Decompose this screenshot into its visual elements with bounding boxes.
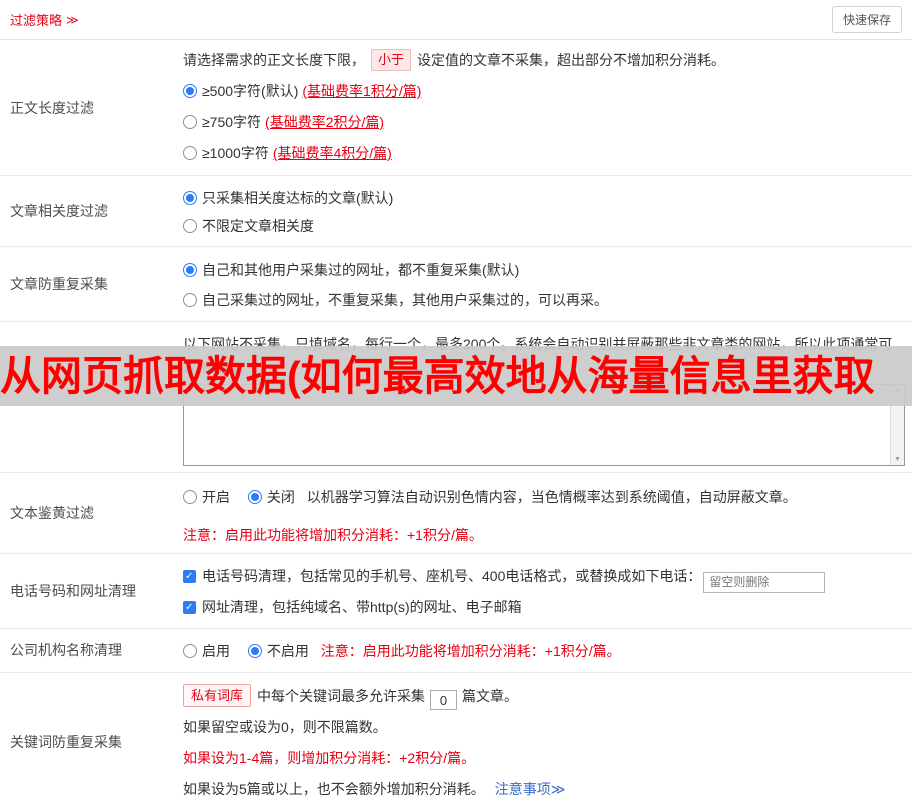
row-porn-filter: 文本鉴黄过滤 开启 关闭 以机器学习算法自动识别色情内容，当色情概率达到系统阈值… bbox=[0, 473, 912, 554]
keyword-rule-1-4: 如果设为1-4篇，则增加积分消耗：+2积分/篇。 bbox=[183, 749, 476, 766]
checkbox-url-cleanup[interactable] bbox=[183, 600, 196, 614]
radio-length-500[interactable] bbox=[183, 84, 197, 98]
fee-note: (基础费率4积分/篇) bbox=[272, 145, 392, 161]
row-content-relevance: 只采集相关度达标的文章(默认) 不限定文章相关度 bbox=[175, 176, 912, 246]
row-label-body-length: 正文长度过滤 bbox=[10, 99, 94, 116]
radio-relevance-strict[interactable] bbox=[183, 191, 197, 205]
fee-note: (基础费率1积分/篇) bbox=[302, 83, 422, 99]
keyword-rule-5plus: 如果设为5篇或以上，也不会额外增加积分消耗。 注意事项≫ bbox=[183, 774, 904, 805]
option-label[interactable]: 只采集相关度达标的文章(默认) bbox=[202, 190, 393, 206]
limit-text-after: 篇文章。 bbox=[462, 687, 519, 704]
radio-dedup-global[interactable] bbox=[183, 263, 197, 277]
radio-length-1000[interactable] bbox=[183, 146, 197, 160]
watermark-overlay: 从网页抓取数据(如何最高效地从海量信息里获取 bbox=[0, 346, 912, 406]
row-label-dedup: 文章防重复采集 bbox=[10, 276, 108, 292]
option-label[interactable]: 自己采集过的网址，不重复采集，其他用户采集过的，可以再采。 bbox=[202, 292, 608, 308]
intro-text-before: 请选择需求的正文长度下限， bbox=[183, 52, 365, 68]
topbar: 过滤策略 ≫ 快速保存 bbox=[0, 0, 912, 40]
porn-filter-description: 以机器学习算法自动识别色情内容，当色情概率达到系统阈值，自动屏蔽文章。 bbox=[306, 489, 797, 505]
porn-filter-cost-note: 注意：启用此功能将增加积分消耗：+1积分/篇。 bbox=[183, 527, 483, 543]
row-content-keyword-dedup: 私有词库中每个关键词最多允许采集 篇文章。 如果留空或设为0，则不限篇数。 如果设… bbox=[175, 673, 912, 811]
company-cleanup-options: 启用 不启用 注意：启用此功能将增加积分消耗：+1积分/篇。 bbox=[183, 639, 904, 663]
row-content-company-cleanup: 启用 不启用 注意：启用此功能将增加积分消耗：+1积分/篇。 bbox=[175, 629, 912, 672]
radio-relevance-any[interactable] bbox=[183, 219, 197, 233]
radio-porn-off[interactable] bbox=[247, 490, 262, 504]
option-label[interactable]: ≥1000字符 bbox=[202, 145, 269, 161]
row-label-company-cleanup: 公司机构名称清理 bbox=[10, 642, 122, 658]
intro-text-after: 设定值的文章不采集，超出部分不增加积分消耗。 bbox=[417, 52, 726, 68]
fee-note: (基础费率2积分/篇) bbox=[265, 114, 385, 130]
quick-save-button[interactable]: 快速保存 bbox=[831, 6, 902, 33]
option-label[interactable]: 不限定文章相关度 bbox=[202, 218, 314, 234]
limit-text-before: 中每个关键词最多允许采集 bbox=[257, 687, 426, 704]
private-dictionary-tag[interactable]: 私有词库 bbox=[183, 683, 252, 707]
radio-porn-on[interactable] bbox=[183, 490, 197, 504]
option-length-500[interactable]: ≥500字符(默认) (基础费率1积分/篇) bbox=[183, 76, 904, 107]
notes-link[interactable]: 注意事项≫ bbox=[495, 781, 566, 797]
option-dedup-global[interactable]: 自己和其他用户采集过的网址，都不重复采集(默认) bbox=[183, 255, 904, 285]
row-phone-url-cleanup: 电话号码和网址清理 电话号码清理，包括常见的手机号、座机号、400电话格式，或替… bbox=[0, 554, 912, 629]
collapse-chevron-icon[interactable]: ≫ bbox=[66, 13, 79, 27]
option-dedup-self[interactable]: 自己采集过的网址，不重复采集，其他用户采集过的，可以再采。 bbox=[183, 285, 904, 315]
keyword-rule-zero: 如果留空或设为0，则不限篇数。 bbox=[183, 718, 387, 735]
option-label-off[interactable]: 关闭 bbox=[267, 489, 295, 505]
row-company-name-cleanup: 公司机构名称清理 启用 不启用 注意：启用此功能将增加积分消耗：+1积分/篇。 bbox=[0, 629, 912, 673]
row-dedup-collection: 文章防重复采集 自己和其他用户采集过的网址，都不重复采集(默认) 自己采集过的网… bbox=[0, 247, 912, 322]
option-label[interactable]: 自己和其他用户采集过的网址，都不重复采集(默认) bbox=[202, 262, 519, 278]
option-label-on[interactable]: 启用 bbox=[202, 643, 230, 659]
option-label[interactable]: 网址清理，包括纯域名、带http(s)的网址、电子邮箱 bbox=[202, 599, 522, 615]
row-content-phone-url: 电话号码清理，包括常见的手机号、座机号、400电话格式，或替换成如下电话： 网址… bbox=[175, 554, 912, 628]
watermark-text: 从网页抓取数据(如何最高效地从海量信息里获取 bbox=[0, 352, 875, 399]
page-title-text: 过滤策略 bbox=[10, 13, 63, 28]
row-label-keyword-dedup: 关键词防重复采集 bbox=[10, 733, 122, 750]
url-cleanup-option[interactable]: 网址清理，包括纯域名、带http(s)的网址、电子邮箱 bbox=[183, 593, 904, 622]
option-label-off[interactable]: 不启用 bbox=[267, 643, 309, 659]
row-label-porn-filter: 文本鉴黄过滤 bbox=[10, 505, 94, 521]
less-than-tag: 小于 bbox=[371, 49, 412, 71]
option-label-on[interactable]: 开启 bbox=[202, 489, 230, 505]
porn-filter-options: 开启 关闭 以机器学习算法自动识别色情内容，当色情概率达到系统阈值，自动屏蔽文章… bbox=[183, 485, 904, 509]
company-cleanup-cost-note: 注意：启用此功能将增加积分消耗：+1积分/篇。 bbox=[320, 642, 621, 659]
option-relevance-any[interactable]: 不限定文章相关度 bbox=[183, 212, 904, 240]
row-body-length-filter: 正文长度过滤 请选择需求的正文长度下限， 小于 设定值的文章不采集，超出部分不增加积… bbox=[0, 40, 912, 176]
option-label[interactable]: 电话号码清理，包括常见的手机号、座机号、400电话格式，或替换成如下电话： bbox=[202, 568, 701, 584]
option-length-750[interactable]: ≥750字符 (基础费率2积分/篇) bbox=[183, 107, 904, 138]
option-label[interactable]: ≥500字符(默认) bbox=[202, 83, 298, 99]
option-length-1000[interactable]: ≥1000字符 (基础费率4积分/篇) bbox=[183, 138, 904, 169]
scroll-down-icon[interactable]: ▼ bbox=[894, 454, 901, 465]
row-content-body-length: 请选择需求的正文长度下限， 小于 设定值的文章不采集，超出部分不增加积分消耗。 ≥5… bbox=[175, 40, 912, 175]
row-label-relevance: 文章相关度过滤 bbox=[10, 203, 108, 219]
row-keyword-dedup: 关键词防重复采集 私有词库中每个关键词最多允许采集 篇文章。 如果留空或设为0，则… bbox=[0, 673, 912, 811]
row-content-porn-filter: 开启 关闭 以机器学习算法自动识别色情内容，当色情概率达到系统阈值，自动屏蔽文章… bbox=[175, 473, 912, 553]
rule-5plus-text: 如果设为5篇或以上，也不会额外增加积分消耗。 bbox=[183, 780, 485, 797]
replace-phone-input[interactable] bbox=[703, 571, 826, 593]
row-label-phone-url: 电话号码和网址清理 bbox=[10, 582, 136, 599]
row-relevance-filter: 文章相关度过滤 只采集相关度达标的文章(默认) 不限定文章相关度 bbox=[0, 176, 912, 247]
keyword-limit-input[interactable] bbox=[430, 690, 458, 710]
checkbox-phone-cleanup[interactable] bbox=[183, 570, 196, 583]
option-label[interactable]: ≥750字符 bbox=[202, 114, 261, 130]
page-title[interactable]: 过滤策略 ≫ bbox=[10, 10, 79, 29]
keyword-limit-line: 私有词库中每个关键词最多允许采集 篇文章。 bbox=[183, 681, 904, 712]
radio-dedup-self[interactable] bbox=[183, 293, 197, 307]
phone-cleanup-option[interactable]: 电话号码清理，包括常见的手机号、座机号、400电话格式，或替换成如下电话： bbox=[183, 562, 904, 593]
body-length-intro: 请选择需求的正文长度下限， 小于 设定值的文章不采集，超出部分不增加积分消耗。 bbox=[183, 48, 904, 72]
radio-length-750[interactable] bbox=[183, 115, 197, 129]
row-content-dedup: 自己和其他用户采集过的网址，都不重复采集(默认) 自己采集过的网址，不重复采集，… bbox=[175, 247, 912, 321]
option-relevance-strict[interactable]: 只采集相关度达标的文章(默认) bbox=[183, 184, 904, 212]
radio-company-off[interactable] bbox=[247, 643, 262, 658]
radio-company-on[interactable] bbox=[183, 643, 197, 658]
